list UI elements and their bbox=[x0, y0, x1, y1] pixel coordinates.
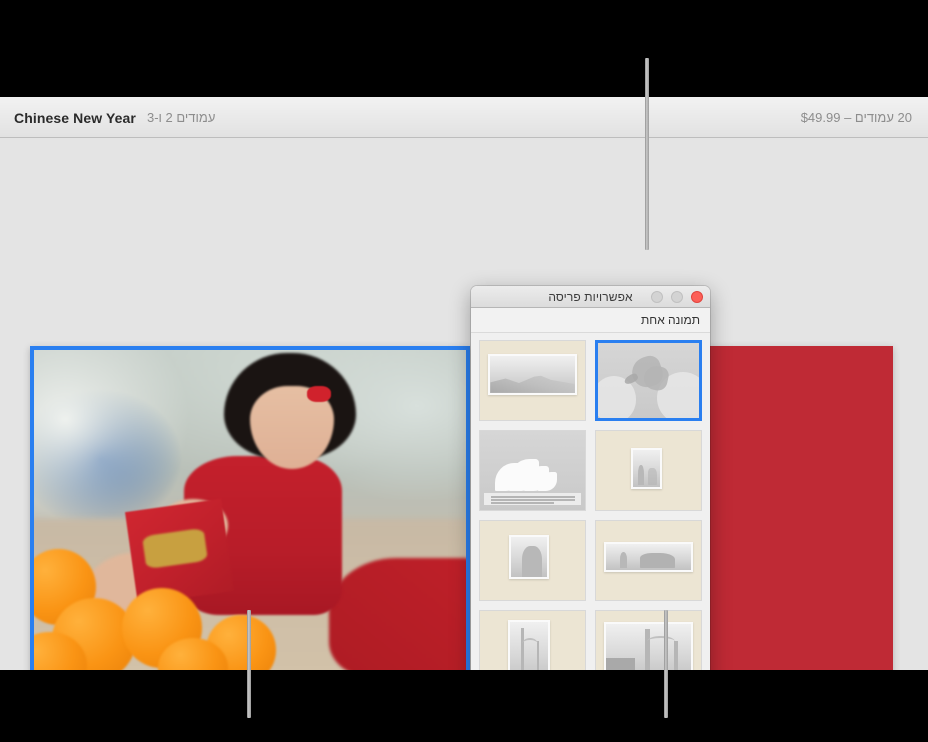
layout-thumb-one-photo-full-bleed-butterfly[interactable] bbox=[595, 340, 702, 421]
thumb-art bbox=[596, 431, 701, 510]
thumb-art bbox=[480, 341, 585, 420]
layout-thumbnail-scroll[interactable] bbox=[471, 333, 710, 670]
toolbar-left-group: Chinese New Year עמודים 2 ו-3 bbox=[14, 97, 215, 138]
callout-line-background-swatch bbox=[664, 610, 668, 718]
book-canvas[interactable] bbox=[0, 138, 928, 670]
window-controls bbox=[651, 286, 703, 308]
layout-section-label: תמונה אחת bbox=[641, 313, 700, 327]
callout-line-selected-layout bbox=[645, 58, 649, 250]
thumb-art bbox=[480, 521, 585, 600]
layout-thumb-one-photo-tall-centered[interactable] bbox=[479, 610, 586, 670]
screenshot-stage: Chinese New Year עמודים 2 ו-3 20 עמודים … bbox=[0, 0, 928, 742]
thumb-art bbox=[480, 431, 585, 510]
thumb-art bbox=[480, 611, 585, 670]
pages-range-label: עמודים 2 ו-3 bbox=[146, 110, 216, 125]
callout-line-options-button bbox=[247, 610, 251, 718]
layout-options-titlebar[interactable]: אפשרויות פריסה bbox=[471, 286, 710, 308]
layout-thumb-one-photo-full-bleed-caption[interactable] bbox=[479, 430, 586, 511]
minimize-button-icon[interactable] bbox=[671, 291, 683, 303]
layout-thumb-one-photo-square-left[interactable] bbox=[479, 520, 586, 601]
price-summary-label: 20 עמודים – $49.99 bbox=[800, 110, 912, 125]
thumb-art bbox=[596, 611, 701, 670]
zoom-button-icon[interactable] bbox=[651, 291, 663, 303]
layout-thumb-one-photo-small-centered[interactable] bbox=[595, 430, 702, 511]
layout-options-title: אפשרויות פריסה bbox=[548, 289, 633, 304]
close-button-icon[interactable] bbox=[691, 291, 703, 303]
layout-thumb-one-photo-wide-bridge[interactable] bbox=[595, 610, 702, 670]
layout-thumb-one-photo-framed-landscape[interactable] bbox=[479, 340, 586, 421]
document-title: Chinese New Year bbox=[14, 109, 136, 126]
toolbar-right-group: 20 עמודים – $49.99 bbox=[801, 97, 912, 138]
toolbar: Chinese New Year עמודים 2 ו-3 20 עמודים … bbox=[0, 97, 928, 138]
layout-options-window[interactable]: אפשרויות פריסה תמונה אחת bbox=[471, 286, 710, 670]
layout-section-header: תמונה אחת bbox=[471, 308, 710, 333]
layout-thumbnail-grid bbox=[479, 340, 702, 670]
app-window: Chinese New Year עמודים 2 ו-3 20 עמודים … bbox=[0, 97, 928, 670]
thumb-art bbox=[596, 521, 701, 600]
thumb-art bbox=[598, 343, 699, 418]
layout-thumb-one-photo-wide-centered[interactable] bbox=[595, 520, 702, 601]
